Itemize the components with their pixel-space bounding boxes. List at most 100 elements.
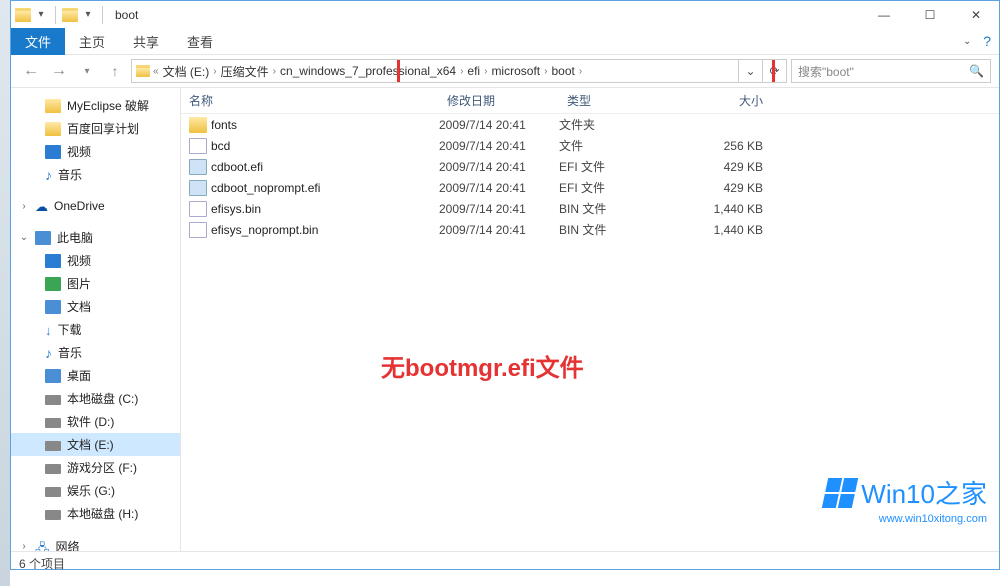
tree-item-network[interactable]: ›🖧网络: [11, 535, 180, 551]
file-row[interactable]: cdboot.efi2009/7/14 20:41EFI 文件429 KB: [181, 156, 999, 177]
tree-item[interactable]: ↓下载: [11, 318, 180, 341]
breadcrumb-segment[interactable]: microsoft: [488, 64, 543, 78]
tree-item[interactable]: 视频: [11, 140, 180, 163]
watermark-brand: Win10之家: [861, 474, 987, 511]
tree-item[interactable]: ♪音乐: [11, 341, 180, 364]
file-row[interactable]: efisys_noprompt.bin2009/7/14 20:41BIN 文件…: [181, 219, 999, 240]
file-row[interactable]: bcd2009/7/14 20:41文件256 KB: [181, 135, 999, 156]
breadcrumb-segment[interactable]: boot: [548, 64, 577, 78]
expand-icon[interactable]: ›: [19, 541, 29, 551]
nav-forward-button[interactable]: →: [47, 59, 71, 83]
ribbon-tab-view[interactable]: 查看: [173, 28, 227, 55]
tree-item[interactable]: 游戏分区 (F:): [11, 456, 180, 479]
breadcrumb-segment[interactable]: cn_windows_7_professional_x64: [277, 64, 459, 78]
file-icon: [189, 117, 207, 133]
file-name: bcd: [211, 139, 439, 153]
pc-icon: [35, 231, 51, 245]
tree-item[interactable]: MyEclipse 破解: [11, 94, 180, 117]
ribbon-tab-share[interactable]: 共享: [119, 28, 173, 55]
help-icon[interactable]: ?: [983, 33, 991, 49]
tree-item-thispc[interactable]: ⌄此电脑: [11, 226, 180, 249]
file-size: 429 KB: [679, 181, 779, 195]
file-icon: [189, 180, 207, 196]
breadcrumb-segment[interactable]: 文档 (E:): [160, 63, 213, 80]
tree-item[interactable]: 软件 (D:): [11, 410, 180, 433]
file-name: efisys.bin: [211, 202, 439, 216]
watermark-url: www.win10xitong.com: [825, 513, 987, 525]
address-dropdown[interactable]: ⌄: [738, 60, 762, 82]
qat-customise[interactable]: ▾: [80, 9, 96, 20]
status-bar: 6 个项目: [11, 551, 999, 575]
music-icon: ♪: [45, 168, 52, 182]
file-date: 2009/7/14 20:41: [439, 160, 559, 174]
address-bar[interactable]: « 文档 (E:) › 压缩文件 › cn_windows_7_professi…: [131, 59, 787, 83]
column-size[interactable]: 大小: [679, 92, 779, 109]
drive-icon: [45, 510, 61, 520]
nav-bar: ← → ▾ ↑ « 文档 (E:) › 压缩文件 › cn_windows_7_…: [11, 55, 999, 88]
file-size: 429 KB: [679, 160, 779, 174]
divider: [102, 6, 103, 24]
tree-item[interactable]: ♪音乐: [11, 163, 180, 186]
folder-icon: [136, 65, 150, 77]
column-date[interactable]: 修改日期: [439, 92, 559, 109]
file-icon: [189, 201, 207, 217]
video-icon: [45, 254, 61, 268]
minimize-button[interactable]: —: [861, 1, 907, 28]
file-row[interactable]: efisys.bin2009/7/14 20:41BIN 文件1,440 KB: [181, 198, 999, 219]
column-headers: 名称 修改日期 类型 大小: [181, 88, 999, 114]
ribbon-tab-home[interactable]: 主页: [65, 28, 119, 55]
chevron-right-icon[interactable]: «: [152, 66, 160, 77]
ribbon-file-tab[interactable]: 文件: [11, 28, 65, 55]
annotation-text: 无bootmgr.efi文件: [381, 348, 584, 383]
file-list-pane: 名称 修改日期 类型 大小 fonts2009/7/14 20:41文件夹bcd…: [181, 88, 999, 551]
window-title: boot: [115, 8, 138, 22]
navigation-sidebar[interactable]: MyEclipse 破解 百度回享计划 视频 ♪音乐 ›☁OneDrive ⌄此…: [11, 88, 181, 551]
file-size: 1,440 KB: [679, 202, 779, 216]
drive-icon: [45, 395, 61, 405]
file-size: 256 KB: [679, 139, 779, 153]
watermark: Win10之家 www.win10xitong.com: [825, 474, 987, 525]
breadcrumb-segment[interactable]: efi: [464, 64, 483, 78]
maximize-button[interactable]: ☐: [907, 1, 953, 28]
tree-item[interactable]: 百度回享计划: [11, 117, 180, 140]
refresh-button[interactable]: ⟳: [762, 60, 786, 82]
file-name: cdboot.efi: [211, 160, 439, 174]
column-type[interactable]: 类型: [559, 92, 679, 109]
video-icon: [45, 145, 61, 159]
file-name: fonts: [211, 118, 439, 132]
tree-item-selected[interactable]: 文档 (E:): [11, 433, 180, 456]
tree-item[interactable]: 桌面: [11, 364, 180, 387]
chevron-right-icon[interactable]: ›: [578, 66, 583, 77]
file-row[interactable]: cdboot_noprompt.efi2009/7/14 20:41EFI 文件…: [181, 177, 999, 198]
tree-item[interactable]: 视频: [11, 249, 180, 272]
windows-logo-icon: [822, 478, 858, 508]
tree-item[interactable]: 本地磁盘 (H:): [11, 502, 180, 525]
tree-item[interactable]: 文档: [11, 295, 180, 318]
nav-history-dropdown[interactable]: ▾: [75, 59, 99, 83]
search-placeholder: 搜索"boot": [798, 63, 854, 80]
close-button[interactable]: ✕: [953, 1, 999, 28]
nav-up-button[interactable]: ↑: [103, 59, 127, 83]
file-row[interactable]: fonts2009/7/14 20:41文件夹: [181, 114, 999, 135]
expand-icon[interactable]: ›: [19, 201, 29, 212]
tree-item[interactable]: 本地磁盘 (C:): [11, 387, 180, 410]
qat-dropdown[interactable]: ▾: [33, 9, 49, 20]
collapse-icon[interactable]: ⌄: [19, 232, 29, 243]
quick-access-toolbar: ▾ ▾: [15, 6, 107, 24]
status-text: 6 个项目: [19, 555, 65, 572]
nav-back-button[interactable]: ←: [19, 59, 43, 83]
music-icon: ♪: [45, 346, 52, 360]
file-icon: [189, 159, 207, 175]
column-name[interactable]: 名称: [181, 92, 439, 109]
file-date: 2009/7/14 20:41: [439, 139, 559, 153]
tree-item[interactable]: 娱乐 (G:): [11, 479, 180, 502]
drive-icon: [45, 487, 61, 497]
search-input[interactable]: 搜索"boot" 🔍: [791, 59, 991, 83]
tree-item-onedrive[interactable]: ›☁OneDrive: [11, 196, 180, 216]
file-date: 2009/7/14 20:41: [439, 202, 559, 216]
documents-icon: [45, 300, 61, 314]
ribbon-expand-icon[interactable]: ⌄: [959, 36, 975, 47]
tree-item[interactable]: 图片: [11, 272, 180, 295]
search-icon[interactable]: 🔍: [969, 64, 984, 78]
breadcrumb-segment[interactable]: 压缩文件: [218, 63, 272, 80]
